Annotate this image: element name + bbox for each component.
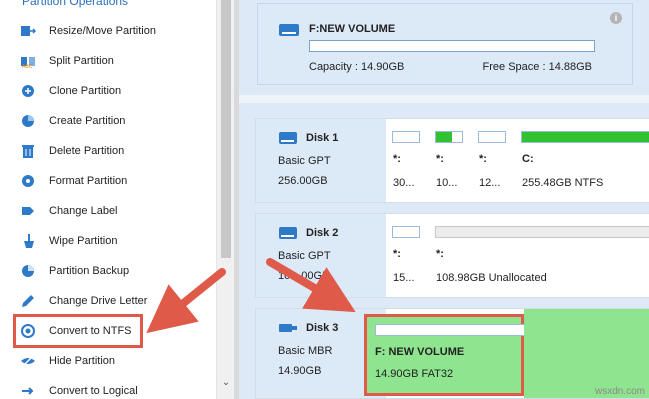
menu-convert-to-logical[interactable]: Convert to Logical: [20, 380, 210, 399]
convert-ntfs-highlight: [13, 314, 143, 348]
partition-detail: 108.98GB Unallocated: [436, 272, 547, 284]
partition-detail: 10...: [436, 177, 458, 189]
sidebar-scrollbar[interactable]: ⌄: [216, 0, 234, 399]
create-icon: [20, 113, 36, 129]
sidebar-title: Partition Operations: [22, 0, 129, 8]
menu-partition-backup[interactable]: Partition Backup: [20, 260, 210, 282]
disk-type: Basic GPT: [278, 250, 331, 262]
svg-text:ABC: ABC: [22, 64, 33, 69]
partition-usage-bar: [478, 131, 506, 143]
disk-info: Disk 1 Basic GPT 256.00GB: [256, 119, 386, 202]
menu-change-label[interactable]: Change Label: [20, 200, 210, 222]
partition-block[interactable]: *: 15...: [386, 214, 430, 297]
disk-size: 14.90GB: [278, 365, 322, 377]
menu-resize-move-partition[interactable]: Resize/Move Partition: [20, 20, 210, 42]
disk-type: Basic MBR: [278, 345, 333, 357]
volume-info-card: F:NEW VOLUME Capacity : 14.90GB Free Spa…: [257, 3, 633, 85]
partition-block-selected-tail[interactable]: [524, 309, 649, 398]
resize-icon: [20, 23, 36, 39]
partition-usage-bar: [375, 324, 527, 336]
partition-detail: 30...: [393, 177, 415, 189]
delete-icon: [20, 143, 36, 159]
partition-usage-bar: [435, 226, 649, 238]
volume-usage-bar: [309, 40, 595, 52]
split-icon: ABC: [20, 53, 36, 69]
hide-icon: [20, 353, 36, 369]
disk-row-2[interactable]: Disk 2 Basic GPT 10…00GB *: 15... *: 108…: [255, 213, 649, 298]
partition-letter: C:: [522, 153, 534, 165]
disk-name: Disk 2: [306, 227, 339, 239]
partition-block-selected[interactable]: F: NEW VOLUME 14.90GB FAT32: [364, 314, 527, 396]
disk-map-area: F:NEW VOLUME Capacity : 14.90GB Free Spa…: [239, 0, 649, 399]
partition-detail: 15...: [393, 272, 415, 284]
partition-block[interactable]: *: 12...: [472, 119, 516, 202]
disk-row-1[interactable]: Disk 1 Basic GPT 256.00GB *: 30... *: 10…: [255, 118, 649, 203]
menu-clone-partition[interactable]: Clone Partition: [20, 80, 210, 102]
drive-letter-icon: [20, 293, 36, 309]
partition-usage-bar: [435, 131, 463, 143]
disk-name: Disk 3: [306, 322, 339, 334]
watermark: wsxdn.com: [594, 386, 645, 397]
menu-hide-partition[interactable]: Hide Partition: [20, 350, 210, 372]
menu-delete-partition[interactable]: Delete Partition: [20, 140, 210, 162]
disk-info: Disk 2 Basic GPT 10…00GB: [256, 214, 386, 297]
disk-size: 10…00GB: [278, 270, 330, 282]
partition-letter: *:: [393, 153, 401, 165]
operations-sidebar: Partition Operations Resize/Move Partiti…: [0, 0, 234, 399]
disk-size: 256.00GB: [278, 175, 328, 187]
partition-usage-fill: [436, 132, 452, 142]
partition-detail: 12...: [479, 177, 501, 189]
partition-letter: *:: [393, 248, 401, 260]
clone-icon: [20, 83, 36, 99]
hard-disk-icon: [278, 131, 298, 148]
info-icon[interactable]: i: [610, 12, 622, 24]
scrollbar-thumb[interactable]: [221, 0, 231, 258]
disk-type: Basic GPT: [278, 155, 331, 167]
format-icon: [20, 173, 36, 189]
menu-format-partition[interactable]: Format Partition: [20, 170, 210, 192]
usb-disk-icon: [278, 321, 298, 338]
volume-disk-icon: [278, 22, 300, 41]
menu-change-drive-letter[interactable]: Change Drive Letter: [20, 290, 210, 312]
section-separator: [239, 95, 649, 103]
volume-free-space: Free Space : 14.88GB: [482, 61, 592, 73]
partition-letter: *:: [436, 248, 444, 260]
partition-detail: 255.48GB NTFS: [522, 177, 604, 189]
menu-create-partition[interactable]: Create Partition: [20, 110, 210, 132]
partition-usage-bar: [521, 131, 649, 143]
partition-block[interactable]: C: 255.48GB NTFS: [515, 119, 649, 202]
menu-split-partition[interactable]: ABC Split Partition: [20, 50, 210, 72]
partition-usage-bar: [392, 226, 420, 238]
disk-row-3[interactable]: Disk 3 Basic MBR 14.90GB F: NEW VOLUME 1…: [255, 308, 649, 399]
partition-letter: *:: [436, 153, 444, 165]
volume-capacity: Capacity : 14.90GB: [309, 61, 405, 73]
backup-icon: [20, 263, 36, 279]
partition-usage-bar: [392, 131, 420, 143]
partition-block[interactable]: *: 30...: [386, 119, 430, 202]
label-icon: [20, 203, 36, 219]
partition-block[interactable]: *: 108.98GB Unallocated: [429, 214, 649, 297]
partition-usage-fill: [522, 132, 649, 142]
partition-letter: *:: [479, 153, 487, 165]
scroll-down-icon[interactable]: ⌄: [221, 377, 231, 389]
partition-letter: F: NEW VOLUME: [375, 346, 465, 358]
partition-detail: 14.90GB FAT32: [375, 368, 454, 380]
partition-block[interactable]: *: 10...: [429, 119, 473, 202]
disk-name: Disk 1: [306, 132, 339, 144]
wipe-icon: [20, 233, 36, 249]
volume-name: F:NEW VOLUME: [309, 23, 396, 35]
menu-wipe-partition[interactable]: Wipe Partition: [20, 230, 210, 252]
logical-icon: [20, 383, 36, 399]
hard-disk-icon: [278, 226, 298, 243]
